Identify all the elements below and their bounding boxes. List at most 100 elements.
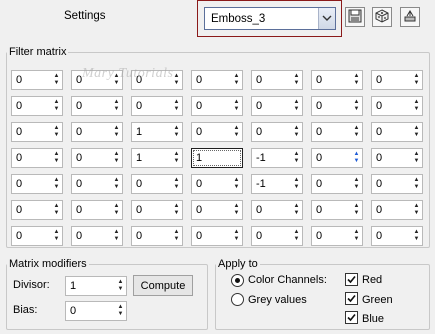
matrix-cell[interactable]: 0 ▲ ▼ (371, 226, 423, 246)
red-checkbox[interactable] (345, 273, 358, 286)
matrix-cell-spinner[interactable]: ▲ ▼ (411, 71, 422, 89)
matrix-cell[interactable]: 0 ▲ ▼ (191, 96, 243, 116)
matrix-cell[interactable]: 0 ▲ ▼ (71, 148, 123, 168)
matrix-cell[interactable]: 1▲▼ (131, 148, 183, 168)
matrix-cell-spinner[interactable]: ▲ ▼ (291, 71, 302, 89)
matrix-cell-spinner[interactable]: ▲ ▼ (171, 175, 182, 193)
matrix-cell-spinner[interactable]: ▲ ▼ (351, 175, 362, 193)
matrix-cell[interactable]: 1▲▼ (131, 122, 183, 142)
matrix-cell[interactable]: 0 ▲ ▼ (371, 174, 423, 194)
matrix-cell[interactable]: 0 ▲ ▼ (131, 200, 183, 220)
matrix-cell-spinner[interactable]: ▲ ▼ (111, 123, 122, 141)
matrix-cell[interactable]: 0 ▲ ▼ (131, 226, 183, 246)
matrix-cell[interactable]: 0 ▲ ▼ (11, 148, 63, 168)
matrix-cell-spinner[interactable]: ▲ ▼ (231, 201, 242, 219)
matrix-cell-spinner[interactable]: ▲ ▼ (411, 149, 422, 167)
matrix-cell[interactable]: 0 ▲ ▼ (191, 174, 243, 194)
matrix-cell[interactable]: 0 ▲ ▼ (251, 226, 303, 246)
save-preset-button[interactable] (345, 7, 365, 27)
matrix-cell[interactable]: 0 ▲ ▼ (311, 174, 363, 194)
matrix-cell-spinner[interactable]: ▲ ▼ (231, 175, 242, 193)
matrix-cell-spinner[interactable]: ▲ ▼ (171, 149, 182, 167)
matrix-cell[interactable]: 0 ▲ ▼ (71, 96, 123, 116)
matrix-cell-spinner[interactable]: ▲ ▼ (231, 97, 242, 115)
color-channels-radio[interactable] (231, 274, 244, 287)
matrix-cell[interactable]: 0 ▲ ▼ (131, 96, 183, 116)
matrix-cell[interactable]: 0 ▲ ▼ (131, 174, 183, 194)
matrix-cell-spinner[interactable]: ▲ ▼ (111, 201, 122, 219)
matrix-cell[interactable]: 0 ▲ ▼ (371, 148, 423, 168)
blue-checkbox[interactable] (345, 311, 358, 324)
matrix-cell[interactable]: 0 ▲ ▼ (11, 174, 63, 194)
matrix-cell-spinner[interactable]: ▲ ▼ (411, 123, 422, 141)
matrix-cell-spinner[interactable]: ▲ ▼ (351, 123, 362, 141)
bias-field[interactable]: 0 ▲ ▼ (65, 301, 127, 321)
matrix-cell[interactable]: 0 ▲ ▼ (371, 70, 423, 90)
matrix-cell-spinner[interactable]: ▲ ▼ (291, 123, 302, 141)
matrix-cell[interactable]: 0 ▲ ▼ (191, 226, 243, 246)
matrix-cell[interactable]: 0 ▲ ▼ (311, 70, 363, 90)
matrix-cell[interactable]: 1▲▼ (191, 148, 243, 168)
matrix-cell[interactable]: -1 ▲ ▼ (251, 148, 303, 168)
divisor-spinner[interactable]: ▲ ▼ (115, 277, 126, 295)
matrix-cell-spinner[interactable]: ▲ ▼ (51, 71, 62, 89)
chevron-down-icon[interactable] (318, 8, 335, 29)
matrix-cell-spinner[interactable]: ▲ ▼ (111, 97, 122, 115)
matrix-cell-spinner[interactable]: ▲ ▼ (291, 227, 302, 245)
matrix-cell-spinner[interactable]: ▲ ▼ (231, 227, 242, 245)
matrix-cell[interactable]: 0 ▲ ▼ (71, 200, 123, 220)
bias-spinner[interactable]: ▲ ▼ (115, 302, 126, 320)
matrix-cell[interactable]: 0 ▲ ▼ (371, 96, 423, 116)
matrix-cell[interactable]: 0 ▲ ▼ (371, 122, 423, 142)
grey-values-radio[interactable] (231, 293, 244, 306)
matrix-cell-spinner[interactable]: ▲ ▼ (291, 97, 302, 115)
matrix-cell-spinner[interactable]: ▲ ▼ (171, 227, 182, 245)
matrix-cell-spinner[interactable]: ▲ ▼ (291, 201, 302, 219)
matrix-cell-spinner[interactable]: ▲ ▼ (351, 201, 362, 219)
matrix-cell[interactable]: 0 ▲ ▼ (131, 70, 183, 90)
matrix-cell-spinner[interactable]: ▲ ▼ (411, 175, 422, 193)
matrix-cell[interactable]: 0 ▲ ▼ (311, 226, 363, 246)
matrix-cell-spinner[interactable]: ▲ ▼ (231, 123, 242, 141)
matrix-cell[interactable]: 0 ▲ ▼ (71, 70, 123, 90)
divisor-field[interactable]: 1 ▲ ▼ (65, 276, 127, 296)
matrix-cell-spinner[interactable]: ▲ ▼ (291, 175, 302, 193)
matrix-cell[interactable]: 0 ▲ ▼ (11, 96, 63, 116)
matrix-cell[interactable]: 0 ▲ ▼ (311, 96, 363, 116)
matrix-cell[interactable]: 0 ▲ ▼ (71, 122, 123, 142)
matrix-cell[interactable]: 0 ▲ ▼ (251, 122, 303, 142)
matrix-cell[interactable]: 0 ▲ ▼ (11, 200, 63, 220)
matrix-cell-spinner[interactable]: ▲ ▼ (411, 227, 422, 245)
matrix-cell[interactable]: 0 ▲ ▼ (311, 148, 363, 168)
preset-dropdown[interactable]: Emboss_3 (204, 7, 336, 30)
matrix-cell[interactable]: 0 ▲ ▼ (251, 200, 303, 220)
matrix-cell-spinner[interactable]: ▲ ▼ (411, 201, 422, 219)
matrix-cell-spinner[interactable]: ▲ ▼ (351, 227, 362, 245)
matrix-cell[interactable]: 0 ▲ ▼ (11, 226, 63, 246)
matrix-cell-spinner[interactable]: ▲ ▼ (51, 201, 62, 219)
matrix-cell[interactable]: 0 ▲ ▼ (11, 70, 63, 90)
matrix-cell[interactable]: -1 ▲ ▼ (251, 174, 303, 194)
matrix-cell-spinner[interactable]: ▲ ▼ (171, 97, 182, 115)
matrix-cell[interactable]: 0 ▲ ▼ (11, 122, 63, 142)
reset-button[interactable] (400, 7, 420, 27)
matrix-cell-spinner[interactable]: ▲ ▼ (171, 123, 182, 141)
matrix-cell-spinner[interactable]: ▲ ▼ (351, 97, 362, 115)
matrix-cell[interactable]: 0 ▲ ▼ (71, 226, 123, 246)
compute-button[interactable]: Compute (133, 275, 193, 296)
matrix-cell[interactable]: 0 ▲ ▼ (251, 70, 303, 90)
matrix-cell-spinner[interactable]: ▲ ▼ (51, 227, 62, 245)
matrix-cell-spinner[interactable]: ▲ ▼ (111, 175, 122, 193)
matrix-cell[interactable]: 0 ▲ ▼ (251, 96, 303, 116)
matrix-cell-spinner[interactable]: ▲ ▼ (411, 97, 422, 115)
matrix-cell-spinner[interactable]: ▲ ▼ (111, 149, 122, 167)
matrix-cell[interactable]: 0 ▲ ▼ (71, 174, 123, 194)
matrix-cell-spinner[interactable]: ▲ ▼ (51, 97, 62, 115)
matrix-cell[interactable]: 0 ▲ ▼ (311, 200, 363, 220)
matrix-cell[interactable]: 0 ▲ ▼ (191, 70, 243, 90)
randomize-button[interactable] (372, 7, 392, 27)
matrix-cell[interactable]: 0 ▲ ▼ (191, 122, 243, 142)
matrix-cell-spinner[interactable]: ▲ ▼ (351, 149, 362, 167)
matrix-cell-spinner[interactable]: ▲ ▼ (51, 123, 62, 141)
matrix-cell-spinner[interactable]: ▲ ▼ (111, 227, 122, 245)
